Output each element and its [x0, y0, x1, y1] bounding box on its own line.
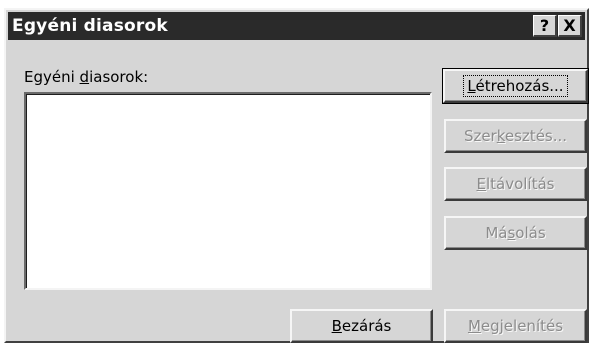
- remove-button[interactable]: Eltávolítás: [444, 167, 587, 201]
- show-button[interactable]: Megjelenítés: [444, 309, 587, 343]
- create-button[interactable]: Létrehozás...: [442, 68, 589, 104]
- close-icon[interactable]: X: [558, 15, 582, 37]
- window-title: Egyéni diasorok: [12, 16, 168, 36]
- edit-button[interactable]: Szerkesztés...: [444, 119, 587, 153]
- close-button[interactable]: Bezárás: [290, 309, 433, 343]
- custom-shows-label: Egyéni diasorok:: [24, 68, 149, 86]
- custom-shows-listbox[interactable]: [24, 92, 432, 290]
- help-icon[interactable]: ?: [533, 15, 557, 37]
- title-bar[interactable]: Egyéni diasorok ? X: [8, 12, 585, 40]
- custom-shows-dialog: Egyéni diasorok ? X Egyéni diasorok: Lét…: [4, 8, 589, 343]
- copy-button[interactable]: Másolás: [444, 216, 587, 250]
